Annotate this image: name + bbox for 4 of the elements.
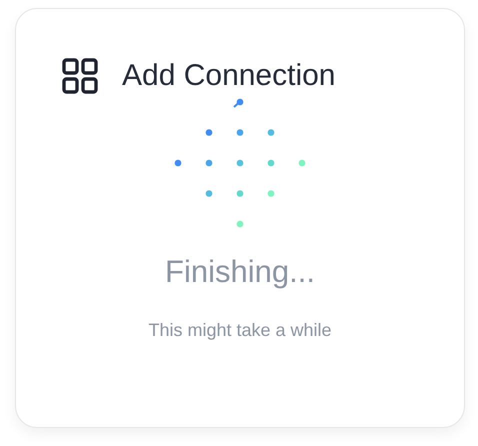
grid-icon [62, 58, 98, 94]
message-text: This might take a while [148, 320, 332, 341]
dialog-title: Add Connection [122, 59, 336, 93]
status-text: Finishing... [165, 254, 315, 290]
